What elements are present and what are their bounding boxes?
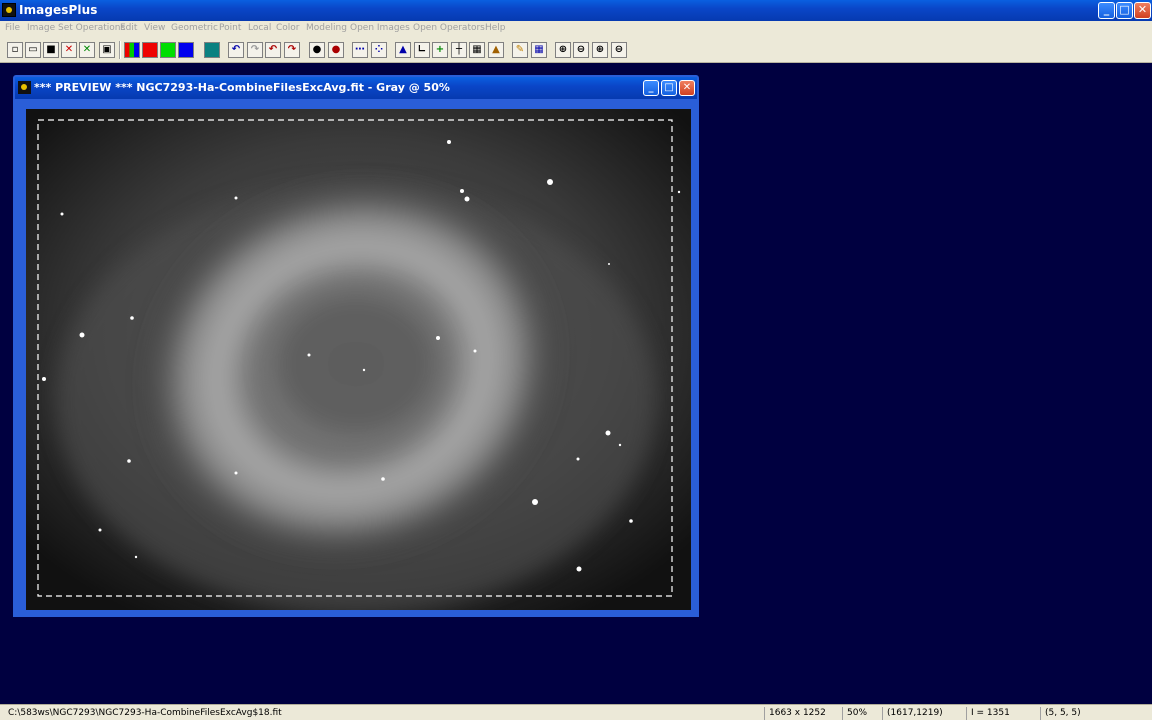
status-zoom: 50% bbox=[842, 707, 882, 720]
menu-file[interactable]: File bbox=[5, 23, 20, 33]
app-title: ImagesPlus bbox=[19, 3, 98, 17]
menu-point[interactable]: Point bbox=[219, 23, 241, 33]
status-file-path: C:\583ws\NGC7293\NGC7293-Ha-CombineFiles… bbox=[8, 708, 282, 718]
menu-help[interactable]: Help bbox=[485, 23, 506, 33]
green-channel-icon[interactable] bbox=[160, 42, 176, 58]
circle-icon[interactable]: ● bbox=[309, 42, 325, 58]
histogram-icon[interactable]: ▲ bbox=[395, 42, 411, 58]
minimize-button[interactable]: _ bbox=[1098, 2, 1115, 19]
scatter-icon[interactable]: ⁘ bbox=[371, 42, 387, 58]
close-button[interactable]: ✕ bbox=[1134, 2, 1151, 19]
menu-image-set-operations[interactable]: Image Set Operations bbox=[27, 23, 125, 33]
status-dimensions: 1663 x 1252 bbox=[764, 707, 842, 720]
open-icon[interactable]: ▭ bbox=[25, 42, 41, 58]
status-bar: C:\583ws\NGC7293\NGC7293-Ha-CombineFiles… bbox=[0, 704, 1152, 720]
crosshair-icon[interactable]: ┼ bbox=[451, 42, 467, 58]
preview-app-icon[interactable] bbox=[18, 81, 31, 94]
blue-channel-icon[interactable] bbox=[178, 42, 194, 58]
toolbar: ▫ ▭ ■ ✕ ✕ ▣ ↶ ↷ ↶ ↷ ● ● ⋯ ⁘ ▲ ∟ + ┼ ▦ ▲ … bbox=[0, 39, 1152, 63]
status-rgb: (5, 5, 5) bbox=[1040, 707, 1136, 720]
grid-icon[interactable]: ▦ bbox=[469, 42, 485, 58]
preview-title: *** PREVIEW *** NGC7293-Ha-CombineFilesE… bbox=[34, 81, 450, 94]
app-logo-icon[interactable] bbox=[2, 3, 16, 17]
preview-maximize-button[interactable]: □ bbox=[661, 80, 677, 96]
menu-open-operators[interactable]: Open Operators bbox=[413, 23, 485, 33]
app-title-bar[interactable]: ImagesPlus _ □ ✕ bbox=[0, 0, 1152, 21]
red-channel-icon[interactable] bbox=[142, 42, 158, 58]
plus-icon[interactable]: + bbox=[432, 42, 448, 58]
undo-icon[interactable]: ↶ bbox=[228, 42, 244, 58]
menu-local[interactable]: Local bbox=[248, 23, 271, 33]
menu-edit[interactable]: Edit bbox=[120, 23, 137, 33]
resize-grip-icon[interactable] bbox=[1136, 707, 1152, 720]
zoom-in-icon[interactable]: ⊕ bbox=[555, 42, 571, 58]
close-red-x-icon[interactable]: ✕ bbox=[61, 42, 77, 58]
photo-icon[interactable]: ▲ bbox=[488, 42, 504, 58]
axis-icon[interactable]: ∟ bbox=[414, 42, 430, 58]
new-icon[interactable]: ▫ bbox=[7, 42, 23, 58]
status-intensity: I = 1351 bbox=[966, 707, 1040, 720]
nebula-render bbox=[26, 109, 691, 610]
checker-icon[interactable]: ▦ bbox=[531, 42, 547, 58]
rgb-channels-icon[interactable] bbox=[124, 42, 140, 58]
mosaic-icon[interactable] bbox=[204, 42, 220, 58]
preview-minimize-button[interactable]: _ bbox=[643, 80, 659, 96]
maximize-button[interactable]: □ bbox=[1116, 2, 1133, 19]
preview-close-button[interactable]: ✕ bbox=[679, 80, 695, 96]
zoom-out-icon[interactable]: ⊖ bbox=[573, 42, 589, 58]
save-icon[interactable]: ■ bbox=[43, 42, 59, 58]
preview-title-bar[interactable]: *** PREVIEW *** NGC7293-Ha-CombineFilesE… bbox=[15, 77, 697, 99]
redo-icon[interactable]: ↷ bbox=[247, 42, 263, 58]
ellipse-icon[interactable]: ● bbox=[328, 42, 344, 58]
app-window: ImagesPlus _ □ ✕ File Image Set Operatio… bbox=[0, 0, 1152, 720]
undo-all-icon[interactable]: ↶ bbox=[265, 42, 281, 58]
menu-color[interactable]: Color bbox=[276, 23, 300, 33]
menu-geometric[interactable]: Geometric bbox=[171, 23, 218, 33]
preview-frame bbox=[15, 99, 697, 615]
zoom-fit-icon[interactable]: ⊕ bbox=[592, 42, 608, 58]
toolbar-separator bbox=[119, 41, 121, 59]
redo-all-icon[interactable]: ↷ bbox=[284, 42, 300, 58]
close-green-x-icon[interactable]: ✕ bbox=[79, 42, 95, 58]
menu-open-images[interactable]: Open Images bbox=[350, 23, 410, 33]
zoom-actual-icon[interactable]: ⊖ bbox=[611, 42, 627, 58]
status-coords: (1617,1219) bbox=[882, 707, 966, 720]
dotted-line-icon[interactable]: ⋯ bbox=[352, 42, 368, 58]
menu-bar: File Image Set Operations Edit View Geom… bbox=[0, 21, 1152, 39]
nebula-image[interactable] bbox=[26, 109, 691, 610]
menu-modeling[interactable]: Modeling bbox=[306, 23, 347, 33]
pencil-icon[interactable]: ✎ bbox=[512, 42, 528, 58]
preview-window[interactable]: *** PREVIEW *** NGC7293-Ha-CombineFilesE… bbox=[13, 75, 699, 617]
menu-view[interactable]: View bbox=[144, 23, 165, 33]
print-icon[interactable]: ▣ bbox=[99, 42, 115, 58]
